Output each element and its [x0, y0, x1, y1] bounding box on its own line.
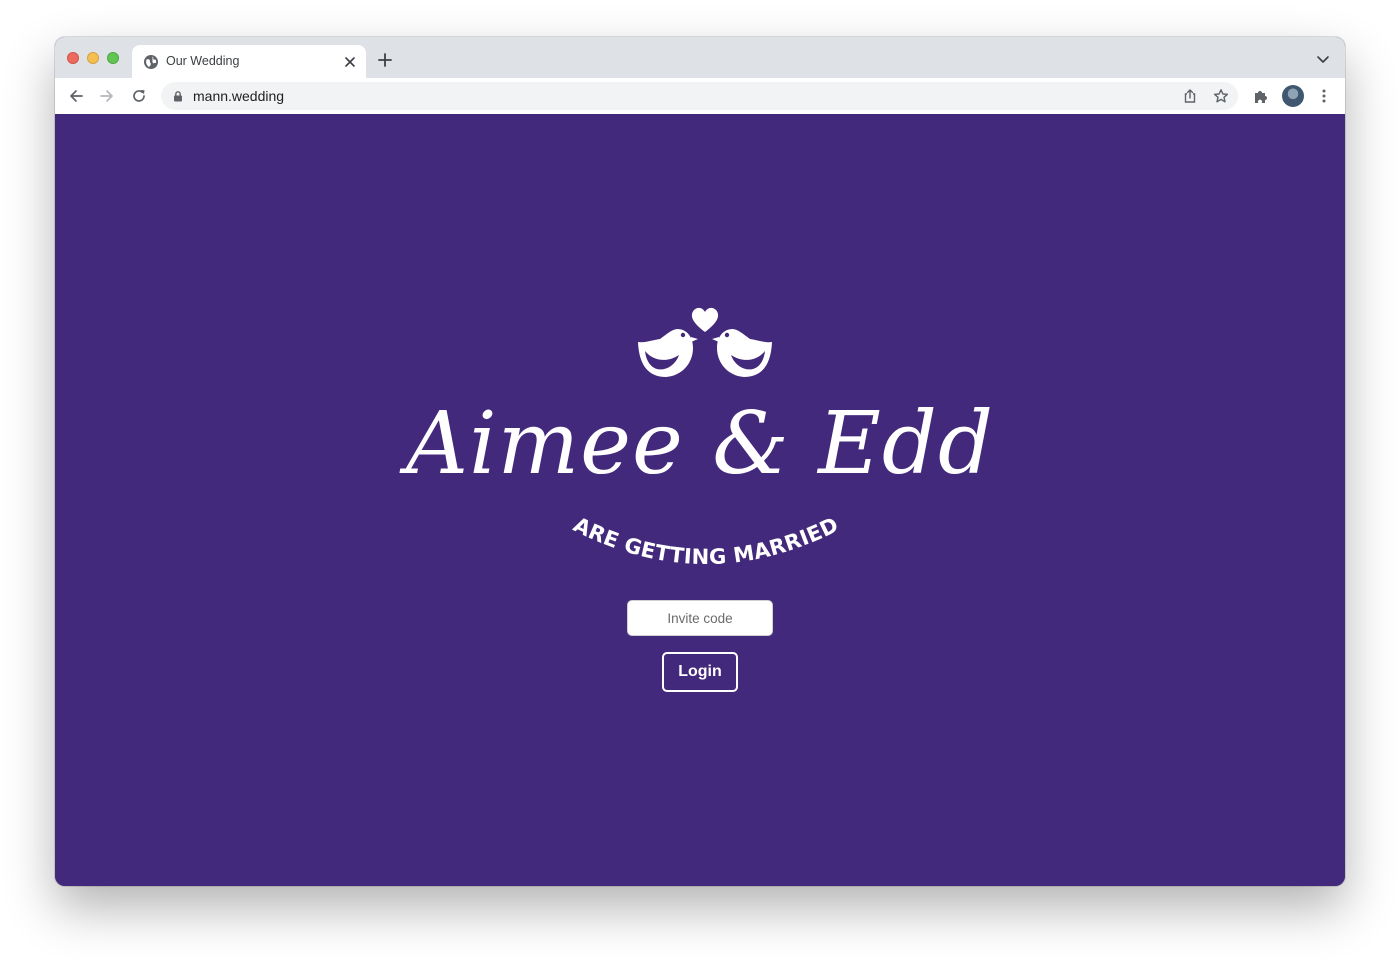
- svg-text:ARE GETTING MARRIED: ARE GETTING MARRIED: [570, 512, 843, 569]
- puzzle-icon[interactable]: [1253, 88, 1269, 104]
- tagline: ARE GETTING MARRIED: [570, 512, 843, 569]
- star-icon[interactable]: [1213, 88, 1229, 104]
- tab-strip: Our Wedding: [55, 37, 1345, 78]
- tab-our-wedding[interactable]: Our Wedding: [132, 45, 366, 78]
- couple-names-heading: Aimee & Edd: [405, 394, 995, 494]
- page-content: Aimee & Edd ARE GETTING MARRIED Login: [55, 114, 1345, 886]
- browser-window: Our Wedding mann.wedding Aimee & Edd ARE…: [55, 37, 1345, 886]
- lovebirds-heart-icon: [638, 307, 772, 377]
- close-window-button[interactable]: [67, 52, 79, 64]
- tagline-text: ARE GETTING MARRIED: [570, 512, 842, 569]
- back-arrow-icon[interactable]: [68, 88, 84, 104]
- lock-icon[interactable]: [172, 90, 184, 102]
- share-icon[interactable]: [1182, 88, 1198, 104]
- close-tab-icon[interactable]: [343, 55, 357, 69]
- invite-code-input[interactable]: [627, 600, 773, 636]
- login-button[interactable]: Login: [662, 652, 738, 692]
- forward-arrow-icon[interactable]: [99, 88, 115, 104]
- url-text[interactable]: mann.wedding: [193, 88, 284, 104]
- reload-icon[interactable]: [131, 88, 147, 104]
- tab-title: Our Wedding: [166, 54, 240, 68]
- browser-toolbar: mann.wedding: [55, 78, 1345, 115]
- minimize-window-button[interactable]: [87, 52, 99, 64]
- maximize-window-button[interactable]: [107, 52, 119, 64]
- avatar[interactable]: [1282, 85, 1304, 107]
- globe-icon: [144, 55, 158, 69]
- kebab-menu-icon[interactable]: [1316, 88, 1332, 104]
- new-tab-icon[interactable]: [377, 52, 393, 68]
- chevron-down-icon[interactable]: [1316, 55, 1330, 65]
- address-bar[interactable]: mann.wedding: [161, 82, 1238, 110]
